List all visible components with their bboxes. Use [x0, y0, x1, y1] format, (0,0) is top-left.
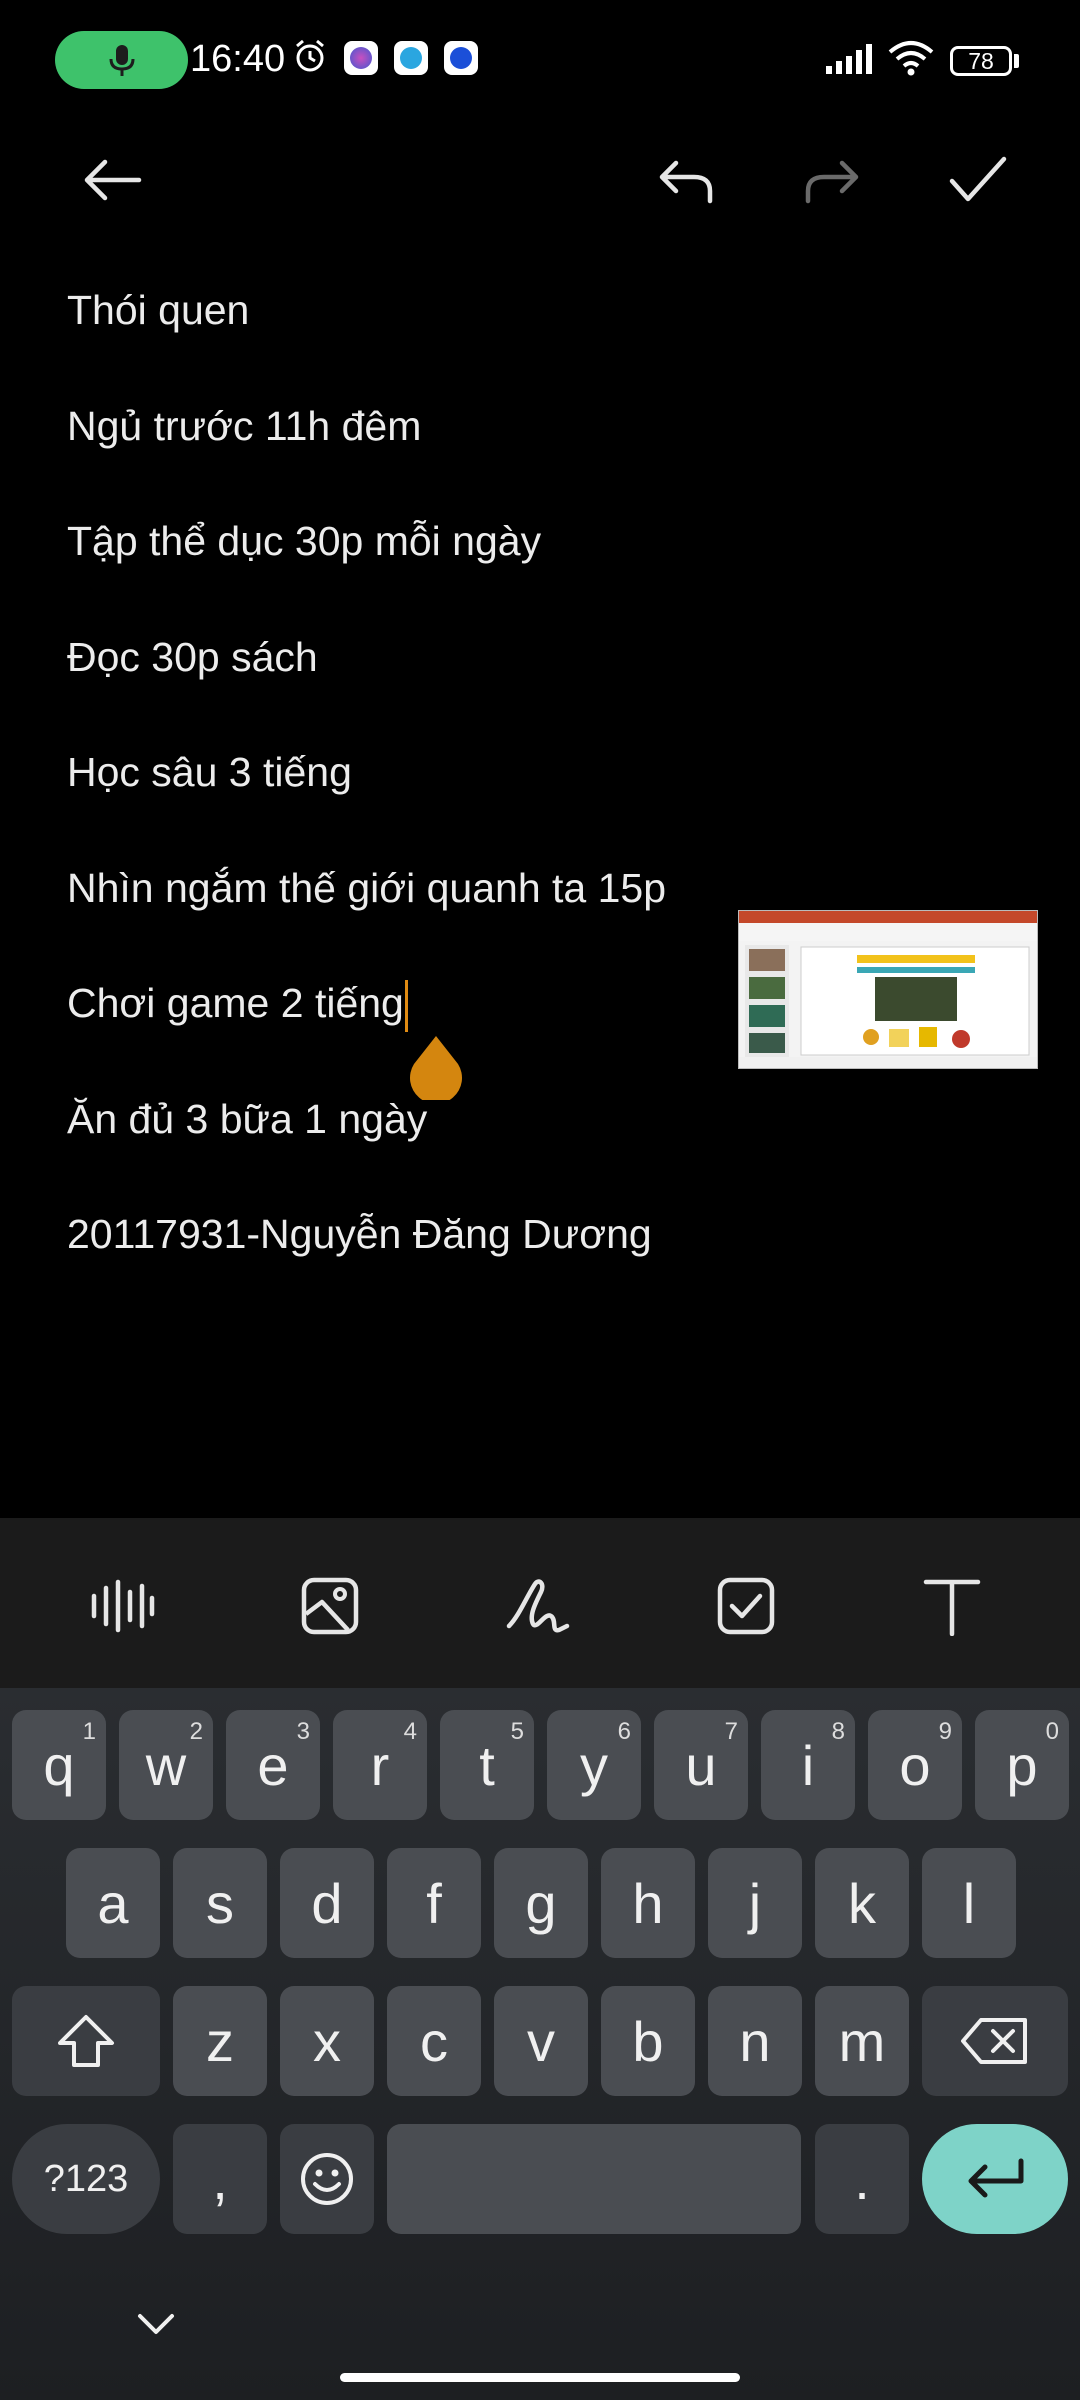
note-line[interactable]: Đọc 30p sách — [67, 627, 967, 743]
upload-notification-icon — [394, 41, 428, 75]
audio-button[interactable] — [82, 1566, 162, 1646]
status-time: 16:40 — [190, 38, 286, 80]
key-e[interactable]: e3 — [226, 1710, 320, 1820]
screenshot-thumbnail[interactable] — [738, 910, 1038, 1069]
key-q[interactable]: q1 — [12, 1710, 106, 1820]
redo-icon — [805, 160, 859, 204]
period-key[interactable]: . — [815, 2124, 909, 2234]
key-x[interactable]: x — [280, 1986, 374, 2096]
key-f[interactable]: f — [387, 1848, 481, 1958]
key-i[interactable]: i8 — [761, 1710, 855, 1820]
emoji-key[interactable] — [280, 2124, 374, 2234]
backspace-icon — [961, 2018, 1027, 2064]
key-l[interactable]: l — [922, 1848, 1016, 1958]
key-v[interactable]: v — [494, 1986, 588, 2096]
key-w[interactable]: w2 — [119, 1710, 213, 1820]
key-t[interactable]: t5 — [440, 1710, 534, 1820]
key-k[interactable]: k — [815, 1848, 909, 1958]
app-notification-icon — [444, 41, 478, 75]
key-p[interactable]: p0 — [975, 1710, 1069, 1820]
space-key[interactable] — [387, 2124, 801, 2234]
enter-key[interactable] — [922, 2124, 1068, 2234]
key-j[interactable]: j — [708, 1848, 802, 1958]
cursor-handle[interactable] — [408, 1034, 464, 1100]
key-h[interactable]: h — [601, 1848, 695, 1958]
text-cursor — [404, 980, 408, 1033]
battery-indicator: 78 — [950, 46, 1012, 76]
mic-active-indicator[interactable] — [55, 31, 188, 89]
key-z[interactable]: z — [173, 1986, 267, 2096]
status-bar: 16:40 78 — [0, 0, 1080, 120]
enter-icon — [968, 2158, 1024, 2198]
back-arrow-icon — [84, 159, 142, 201]
checklist-icon — [717, 1577, 775, 1635]
text-format-button[interactable] — [912, 1566, 992, 1646]
backspace-key[interactable] — [922, 1986, 1068, 2096]
redo-button[interactable] — [792, 140, 872, 220]
checklist-button[interactable] — [706, 1566, 786, 1646]
alarm-icon — [296, 39, 324, 72]
audio-icon — [91, 1579, 155, 1633]
undo-icon — [659, 160, 713, 204]
home-indicator[interactable] — [340, 2373, 740, 2382]
key-m[interactable]: m — [815, 1986, 909, 2096]
key-n[interactable]: n — [708, 1986, 802, 2096]
key-c[interactable]: c — [387, 1986, 481, 2096]
emoji-icon — [301, 2153, 353, 2205]
shift-icon — [58, 2015, 114, 2067]
key-g[interactable]: g — [494, 1848, 588, 1958]
key-d[interactable]: d — [280, 1848, 374, 1958]
comma-key[interactable]: , — [173, 2124, 267, 2234]
key-y[interactable]: y6 — [547, 1710, 641, 1820]
chevron-down-icon[interactable] — [136, 2312, 176, 2338]
note-line[interactable]: Ăn đủ 3 bữa 1 ngày — [67, 1089, 967, 1205]
note-line[interactable]: Tập thể dục 30p mỗi ngày — [67, 511, 967, 627]
note-line-text: Chơi game 2 tiếng — [67, 980, 404, 1026]
check-icon — [949, 156, 1007, 202]
key-u[interactable]: u7 — [654, 1710, 748, 1820]
shift-key[interactable] — [12, 1986, 160, 2096]
key-s[interactable]: s — [173, 1848, 267, 1958]
presentation-preview-image — [739, 911, 1037, 1068]
key-a[interactable]: a — [66, 1848, 160, 1958]
draw-icon — [506, 1579, 570, 1633]
image-button[interactable] — [290, 1566, 370, 1646]
back-button[interactable] — [72, 140, 152, 220]
key-o[interactable]: o9 — [868, 1710, 962, 1820]
signal-icon — [826, 44, 872, 74]
note-line[interactable]: Ngủ trước 11h đêm — [67, 396, 967, 512]
note-title[interactable]: Thói quen — [67, 280, 967, 396]
symbols-key[interactable]: ?123 — [12, 2124, 160, 2234]
messenger-notification-icon — [344, 41, 378, 75]
note-line[interactable]: Học sâu 3 tiếng — [67, 742, 967, 858]
undo-button[interactable] — [646, 140, 726, 220]
note-editor[interactable]: Thói quen Ngủ trước 11h đêm Tập thể dục … — [67, 280, 967, 1320]
note-tools-bar — [0, 1518, 1080, 1688]
wifi-icon — [888, 41, 934, 76]
note-line[interactable]: 20117931-Nguyễn Đăng Dương — [67, 1204, 967, 1320]
done-button[interactable] — [938, 140, 1018, 220]
mic-icon — [109, 45, 135, 76]
key-r[interactable]: r4 — [333, 1710, 427, 1820]
keyboard: q1 w2 e3 r4 t5 y6 u7 i8 o9 p0 a s d f g … — [0, 1688, 1080, 2400]
battery-tip — [1014, 54, 1019, 68]
draw-button[interactable] — [498, 1566, 578, 1646]
image-icon — [301, 1577, 359, 1635]
text-format-icon — [923, 1579, 981, 1636]
key-b[interactable]: b — [601, 1986, 695, 2096]
